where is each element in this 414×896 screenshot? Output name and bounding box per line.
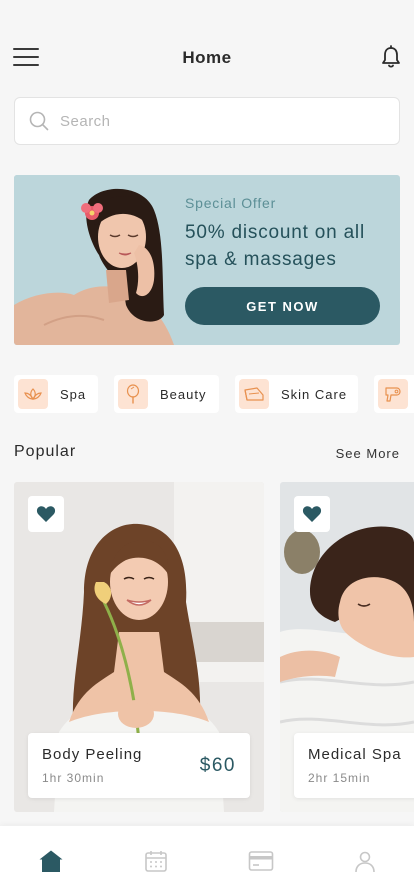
- get-now-button[interactable]: GET NOW: [185, 287, 380, 325]
- home-icon: [39, 850, 63, 872]
- lotus-icon: [18, 379, 48, 409]
- tab-payment[interactable]: [247, 848, 275, 874]
- category-beauty[interactable]: Beauty: [114, 375, 219, 413]
- heart-icon: [302, 506, 322, 522]
- search-bar[interactable]: [14, 97, 400, 145]
- offer-headline: 50% discount on all spa & massages: [185, 222, 365, 270]
- service-duration: 1hr 30min: [42, 771, 105, 785]
- category-skin-care[interactable]: Skin Care: [235, 375, 358, 413]
- category-label: Spa: [60, 386, 87, 402]
- category-list: Spa Beauty Skin Care: [0, 375, 414, 413]
- service-info: Medical Spa 2hr 15min: [294, 733, 414, 798]
- woman-portrait-image: [14, 175, 184, 345]
- favorite-button[interactable]: [28, 496, 64, 532]
- tab-home[interactable]: [37, 848, 65, 874]
- calendar-icon: [145, 851, 167, 872]
- service-card[interactable]: Medical Spa 2hr 15min: [280, 482, 414, 812]
- hair-dryer-icon: [378, 379, 408, 409]
- mirror-icon: [118, 379, 148, 409]
- service-duration: 2hr 15min: [308, 771, 371, 785]
- service-price: $60: [199, 755, 236, 776]
- tab-calendar[interactable]: [142, 848, 170, 874]
- page-title: Home: [182, 48, 232, 67]
- offer-tag: Special Offer: [185, 195, 277, 211]
- cream-tube-icon: [239, 379, 269, 409]
- payment-card-icon: [248, 851, 274, 871]
- app-header: Home: [0, 0, 414, 110]
- heart-icon: [36, 506, 56, 522]
- favorite-button[interactable]: [294, 496, 330, 532]
- search-icon: [29, 111, 49, 131]
- special-offer-banner[interactable]: Special Offer 50% discount on all spa & …: [14, 175, 400, 345]
- bottom-tab-bar: [0, 826, 414, 896]
- category-label: Skin Care: [281, 386, 348, 402]
- category-label: Beauty: [160, 386, 207, 402]
- service-card[interactable]: Body Peeling 1hr 30min $60: [14, 482, 264, 812]
- profile-icon: [355, 851, 375, 873]
- section-title-popular: Popular: [14, 443, 77, 460]
- bell-icon[interactable]: [380, 45, 402, 69]
- tab-profile[interactable]: [351, 848, 379, 874]
- category-hair[interactable]: [374, 375, 414, 413]
- service-name: Medical Spa: [308, 746, 402, 763]
- service-info: Body Peeling 1hr 30min $60: [28, 733, 250, 798]
- see-more-link[interactable]: See More: [336, 446, 400, 461]
- search-input[interactable]: [60, 98, 380, 144]
- service-name: Body Peeling: [42, 746, 143, 763]
- category-spa[interactable]: Spa: [14, 375, 98, 413]
